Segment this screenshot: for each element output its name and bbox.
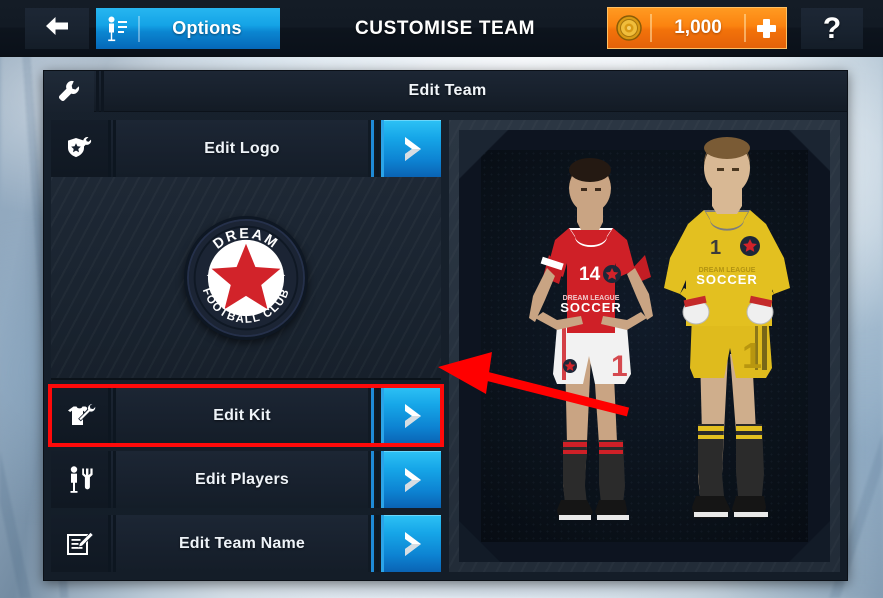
row-bars [108, 120, 116, 177]
chevron-right-icon-edit-kit[interactable] [384, 387, 441, 444]
row-accent [368, 451, 384, 508]
document-pencil-icon [51, 515, 108, 572]
goalkeeper-model: 1 1 DREAM LEAGUE SOCCER [638, 130, 814, 534]
player-wrench-icon [51, 451, 108, 508]
menu-row-edit-kit[interactable]: Edit Kit [48, 384, 444, 447]
shield-star-wrench-icon [51, 120, 108, 177]
svg-text:SOCCER: SOCCER [560, 300, 622, 315]
outfield-player-number: 14 [579, 264, 601, 285]
menu-label-edit-players: Edit Players [116, 451, 368, 508]
top-bar: Options CUSTOMISE TEAM 1,000 ? [0, 0, 883, 57]
menu-label-edit-logo: Edit Logo [116, 120, 368, 177]
edit-team-menu: Edit Logo DREAM FOOTBALL CLUB Edit Kit E… [48, 120, 444, 572]
screen-title: CUSTOMISE TEAM [354, 17, 536, 39]
panel-body: Edit Logo DREAM FOOTBALL CLUB Edit Kit E… [44, 112, 847, 580]
goalkeeper-shorts-number: 1 [742, 335, 762, 376]
panel-title: Edit Team [408, 82, 487, 99]
chevron-right-icon-edit-logo[interactable] [384, 120, 441, 177]
coin-icon [608, 15, 650, 41]
row-accent [368, 515, 384, 572]
row-accent [368, 120, 384, 177]
menu-row-edit-logo[interactable]: Edit Logo [51, 120, 441, 177]
menu-label-edit-team-name: Edit Team Name [116, 515, 368, 572]
club-badge: DREAM FOOTBALL CLUB [184, 215, 308, 340]
row-accent [368, 387, 384, 444]
goalkeeper-number: 1 [710, 237, 721, 259]
player-preview-stage[interactable]: 1 14 DREAM LEAGUE SOCCER 1 1 DREAM LEAGU… [459, 130, 830, 562]
help-button[interactable]: ? [801, 8, 863, 49]
player-list-icon [96, 16, 138, 42]
menu-spacer-3 [51, 508, 441, 515]
options-label: Options [172, 18, 242, 38]
menu-spacer-2 [51, 444, 441, 451]
menu-row-edit-team-name[interactable]: Edit Team Name [51, 515, 441, 572]
arrow-left-icon [44, 16, 70, 41]
back-button[interactable] [25, 8, 89, 49]
plus-icon [756, 18, 776, 38]
kit-preview-panel: 1 14 DREAM LEAGUE SOCCER 1 1 DREAM LEAGU… [449, 120, 840, 572]
svg-text:SOCCER: SOCCER [696, 272, 758, 287]
chevron-right-icon-edit-team-name[interactable] [384, 515, 441, 572]
app-root: Options CUSTOMISE TEAM 1,000 ? Edit Team… [0, 0, 883, 598]
menu-row-edit-players[interactable]: Edit Players [51, 451, 441, 508]
options-button[interactable]: Options [96, 8, 280, 49]
svg-text:1: 1 [611, 350, 628, 383]
menu-spacer [51, 380, 441, 387]
add-coins-button[interactable] [746, 18, 786, 38]
panel-header: Edit Team [44, 70, 847, 112]
panel-header-bars [96, 70, 104, 112]
team-logo-preview: DREAM FOOTBALL CLUB [51, 177, 441, 380]
coin-amount: 1,000 [674, 17, 722, 38]
row-bars [108, 515, 116, 572]
row-bars [108, 387, 116, 444]
menu-label-edit-kit: Edit Kit [116, 387, 368, 444]
row-bars [108, 451, 116, 508]
coins-display[interactable]: 1,000 [607, 7, 787, 49]
wrench-icon [44, 70, 94, 112]
chevron-right-icon-edit-players[interactable] [384, 451, 441, 508]
shirt-wrench-icon [51, 387, 108, 444]
preview-backdrop: 1 14 DREAM LEAGUE SOCCER 1 1 DREAM LEAGU… [481, 137, 808, 542]
edit-team-panel: Edit Team Edit Logo DREAM FOOTBALL CLUB … [43, 70, 848, 581]
club-badge-graphic: DREAM FOOTBALL CLUB [188, 220, 304, 335]
